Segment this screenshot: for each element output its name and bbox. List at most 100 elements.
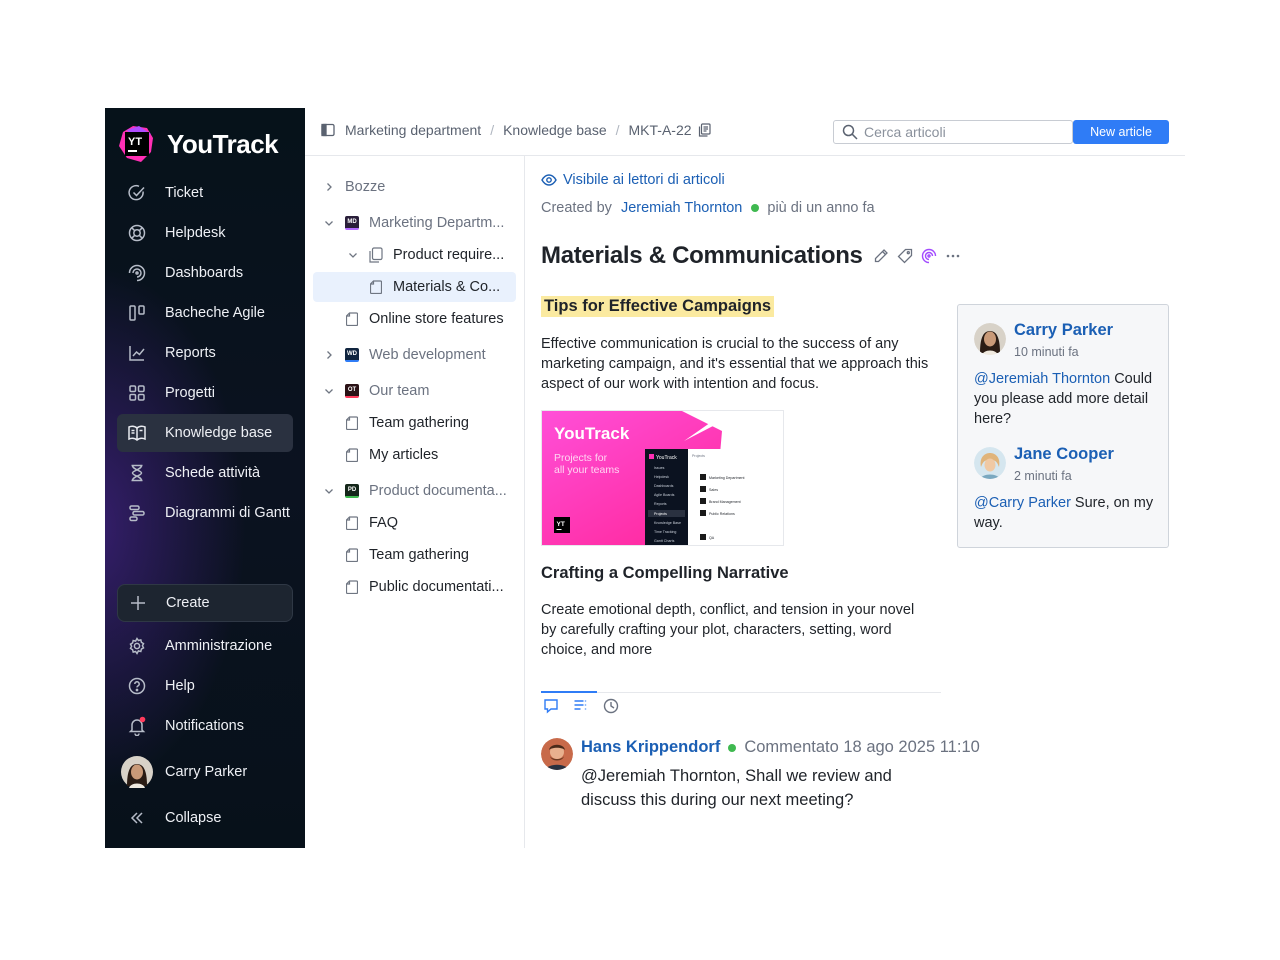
edit-icon[interactable] — [873, 248, 889, 264]
hero-menu-item: Projects — [654, 512, 667, 516]
chevron-down-icon[interactable] — [321, 215, 337, 231]
breadcrumb-project[interactable]: Marketing department — [345, 122, 481, 138]
avatar[interactable] — [974, 323, 1006, 355]
more-icon[interactable] — [945, 248, 961, 264]
hero-project-row: Brand Management — [709, 500, 741, 504]
tree-node-materials[interactable]: Materials & Co... — [313, 272, 516, 302]
logo-mark-text: YT — [128, 136, 142, 148]
sidebar-item-profile[interactable]: Carry Parker — [117, 751, 293, 793]
document-icon — [345, 311, 359, 327]
online-status-dot — [751, 204, 760, 212]
comment-author[interactable]: Hans Krippendorf — [581, 738, 720, 757]
search-field[interactable] — [833, 120, 1073, 144]
sidebar-item-agile-boards[interactable]: Bacheche Agile — [117, 294, 293, 332]
inline-comment-author[interactable]: Carry Parker — [1014, 321, 1113, 340]
tree-node-marketing[interactable]: MD Marketing Departm... — [321, 208, 517, 238]
mention-link[interactable]: @Carry Parker — [974, 495, 1071, 511]
create-button[interactable]: Create — [117, 584, 293, 622]
online-status-dot — [728, 743, 737, 752]
sidebar-item-label: Bacheche Agile — [165, 305, 265, 321]
tag-icon[interactable] — [897, 248, 913, 264]
tree-node-productdoc[interactable]: PD Product documenta... — [321, 476, 517, 506]
chevron-down-icon[interactable] — [345, 247, 361, 263]
hero-menu-item: Gantt Charts — [654, 539, 675, 543]
documents-icon — [369, 247, 383, 263]
hero-menu-item: Time Tracking — [654, 530, 676, 534]
tree-node-online-store[interactable]: Online store features — [345, 304, 517, 334]
sidebar-item-help[interactable]: Help — [117, 667, 293, 705]
tree-node-product-requirements[interactable]: Product require... — [345, 240, 517, 270]
author-link[interactable]: Jeremiah Thornton — [621, 200, 742, 216]
sidebar-item-knowledge-base[interactable]: Knowledge base — [117, 414, 293, 452]
paragraph-2: Create emotional depth, conflict, and te… — [541, 602, 915, 658]
sidebar-item-administration[interactable]: Amministrazione — [117, 627, 293, 665]
new-article-button[interactable]: New article — [1073, 120, 1169, 144]
sidebar-item-collapse[interactable]: Collapse — [117, 799, 293, 837]
sidebar-item-dashboards[interactable]: Dashboards — [117, 254, 293, 292]
chevron-right-icon[interactable] — [321, 179, 337, 195]
tree-node-team-gathering-2[interactable]: Team gathering — [345, 540, 517, 570]
sidebar-item-label: Helpdesk — [165, 225, 226, 241]
svg-text:all your teams: all your teams — [554, 464, 619, 476]
history-clock-icon[interactable] — [603, 698, 619, 714]
tree-node-my-articles[interactable]: My articles — [345, 440, 517, 470]
avatar[interactable] — [974, 447, 1006, 479]
help-icon — [127, 676, 147, 696]
sidebar-item-timesheets[interactable]: Schede attività — [117, 454, 293, 492]
visibility-link[interactable]: Visibile ai lettori di articoli — [541, 172, 725, 188]
mention-link[interactable]: @Jeremiah Thornton — [974, 371, 1110, 387]
sidebar-item-notifications[interactable]: Notifications — [117, 707, 293, 745]
chevron-right-icon[interactable] — [321, 347, 337, 363]
commenter-avatar[interactable] — [541, 738, 573, 770]
sidebar-item-ticket[interactable]: Ticket — [117, 174, 293, 212]
article-view: Visibile ai lettori di articoli Created … — [541, 156, 1181, 848]
hero-mini-logo: YouTrack — [656, 455, 677, 461]
title-toolbar — [873, 248, 961, 264]
search-icon — [842, 124, 858, 140]
hero-menu-item: Agile Boards — [654, 493, 675, 497]
tree-node-faq[interactable]: FAQ — [345, 508, 517, 538]
visibility-text: Visibile ai lettori di articoli — [563, 172, 725, 188]
gantt-icon — [127, 503, 147, 523]
tree-node-webdev[interactable]: WD Web development — [321, 340, 517, 370]
app-logo[interactable]: YT YouTrack — [117, 122, 279, 166]
document-icon — [345, 579, 359, 595]
hero-project-row: QA — [709, 536, 715, 540]
ai-assistant-icon[interactable] — [921, 248, 937, 264]
hero-menu-item: Helpdesk — [654, 475, 669, 479]
lifebuoy-icon — [127, 223, 147, 243]
inline-comment-text: @Carry Parker Sure, on my way. — [974, 493, 1164, 533]
breadcrumb-knowledge-base[interactable]: Knowledge base — [503, 122, 607, 138]
hero-logo-mark: YT — [557, 521, 565, 528]
create-label: Create — [166, 595, 210, 611]
copy-icon[interactable] — [698, 123, 711, 137]
chevron-down-icon[interactable] — [321, 483, 337, 499]
tree-node-label: Product require... — [393, 247, 505, 263]
breadcrumb-article-id[interactable]: MKT-A-22 — [629, 122, 692, 138]
hourglass-icon — [127, 463, 147, 483]
sidebar-item-reports[interactable]: Reports — [117, 334, 293, 372]
tree-node-label: Our team — [369, 383, 430, 399]
tree-node-ourteam[interactable]: OT Our team — [321, 376, 517, 406]
tree-node-label: Bozze — [345, 179, 386, 195]
tree-node-drafts[interactable]: Bozze — [321, 172, 517, 202]
grid-icon — [127, 383, 147, 403]
sidebar-item-label: Collapse — [165, 810, 222, 826]
tree-node-label: Online store features — [369, 311, 504, 327]
sidebar-item-label: Progetti — [165, 385, 215, 401]
chevron-down-icon[interactable] — [321, 383, 337, 399]
comments-tab-icon[interactable] — [543, 698, 559, 714]
tree-node-team-gathering[interactable]: Team gathering — [345, 408, 517, 438]
sidebar-item-gantt[interactable]: Diagrammi di Gantt — [117, 494, 293, 532]
sidebar-item-label: Amministrazione — [165, 638, 273, 654]
highlighted-heading: Tips for Effective Campaigns — [541, 296, 775, 317]
inline-comment-author[interactable]: Jane Cooper — [1014, 445, 1114, 464]
sidebar-item-projects[interactable]: Progetti — [117, 374, 293, 412]
article-title: Materials & Communications — [541, 242, 863, 269]
activity-list-icon[interactable] — [573, 698, 589, 714]
eye-icon — [541, 174, 557, 186]
sidebar-item-helpdesk[interactable]: Helpdesk — [117, 214, 293, 252]
tree-node-public-docs[interactable]: Public documentati... — [345, 572, 517, 602]
panel-toggle-icon[interactable] — [321, 123, 335, 137]
search-input[interactable] — [864, 124, 1054, 140]
